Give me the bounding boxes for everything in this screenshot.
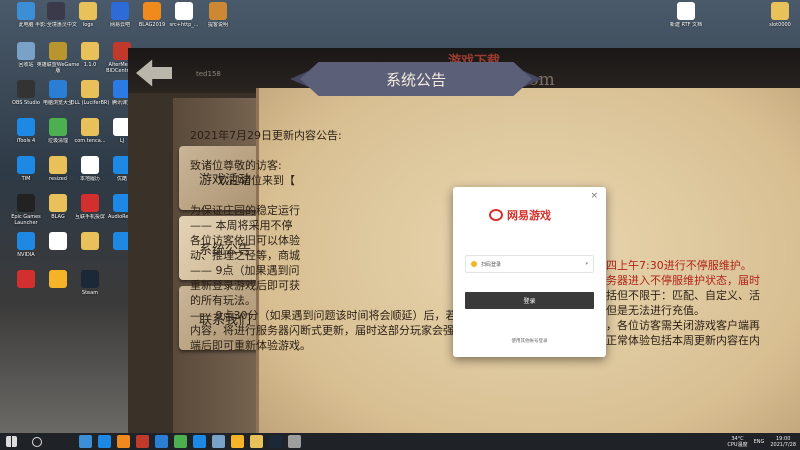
app-icon <box>81 232 99 250</box>
taskbar-app-icon[interactable] <box>269 435 282 448</box>
taskbar-app-icon[interactable] <box>174 435 187 448</box>
account-avatar-icon <box>471 261 477 267</box>
clock-date: 2021/7/28 <box>770 441 796 448</box>
brand-name: 网易游戏 <box>507 209 551 222</box>
windows-start-icon[interactable] <box>6 436 17 447</box>
app-icon <box>175 2 193 20</box>
notice-fragment: ，各位访客需关闭游戏客户端再 <box>606 319 760 332</box>
desktop-icon-label: NVIDIA <box>17 252 35 258</box>
app-icon <box>81 118 99 136</box>
taskbar-app-icon[interactable] <box>136 435 149 448</box>
taskbar-app-icon[interactable] <box>250 435 263 448</box>
desktop-icon[interactable]: slot0000 <box>758 2 800 28</box>
weather-widget[interactable]: 34°C CPU温度 <box>727 436 747 448</box>
app-icon <box>81 194 99 212</box>
app-icon <box>47 2 65 20</box>
notice-fragment: 括但不限于：匹配、自定义、活 <box>606 289 760 302</box>
desktop-icon[interactable]: Steam <box>68 270 112 296</box>
app-icon <box>81 270 99 288</box>
app-icon <box>49 118 67 136</box>
netease-logo-icon <box>489 209 503 221</box>
language-indicator[interactable]: ENG <box>754 439 765 445</box>
app-icon <box>17 232 35 250</box>
notice-fragment: 正常体验包括本周更新内容在内 <box>606 334 760 347</box>
taskbar-app-icon[interactable] <box>117 435 130 448</box>
app-icon <box>209 2 227 20</box>
app-icon <box>17 42 35 60</box>
taskbar-app-icon[interactable] <box>98 435 111 448</box>
desktop-icon[interactable]: 提客说明 <box>196 2 240 28</box>
app-icon <box>81 42 99 60</box>
file-icon <box>677 2 695 20</box>
taskbar-app-icon[interactable] <box>231 435 244 448</box>
app-icon <box>49 194 67 212</box>
app-icon <box>81 80 99 98</box>
close-icon[interactable]: × <box>590 191 598 201</box>
taskbar-app-icon[interactable] <box>155 435 168 448</box>
app-icon <box>17 80 35 98</box>
system-tray: 34°C CPU温度 ENG 19:00 2021/7/28 <box>727 433 796 450</box>
app-icon <box>17 156 35 174</box>
taskbar-app-icon[interactable] <box>288 435 301 448</box>
taskbar-apps <box>76 435 304 448</box>
desktop-icon-label: Steam <box>81 290 99 296</box>
app-icon <box>17 118 35 136</box>
notice-fragment: 但是无法进行充值。 <box>606 304 705 317</box>
app-icon <box>143 2 161 20</box>
notice-line <box>190 143 670 158</box>
app-icon <box>81 156 99 174</box>
weather-sub: CPU温度 <box>727 441 748 448</box>
app-icon <box>49 80 67 98</box>
desktop-icon-label: 新建 RTF 文档 <box>669 22 703 28</box>
desktop-icon[interactable]: 新建 RTF 文档 <box>664 2 708 28</box>
desktop-icon-label: slot0000 <box>769 22 791 28</box>
taskbar-app-icon[interactable] <box>193 435 206 448</box>
notice-line: 致诸位尊敬的访客: <box>190 159 282 172</box>
username: ted158 <box>196 70 221 78</box>
notice-fragment: 务器进入不停服维护状态，届时 <box>606 274 760 287</box>
app-icon <box>49 156 67 174</box>
app-icon <box>17 2 35 20</box>
search-icon[interactable] <box>32 436 42 447</box>
notice-line: 2021年7月29日更新内容公告: <box>190 129 342 142</box>
notice-line: 欢迎诸位来到【 <box>218 174 295 187</box>
netease-games-logo: 网易游戏 <box>489 207 551 223</box>
app-icon <box>17 194 35 212</box>
app-icon <box>49 232 67 250</box>
app-icon <box>49 270 67 288</box>
clock[interactable]: 19:00 2021/7/28 <box>770 436 796 448</box>
app-icon <box>79 2 97 20</box>
app-icon <box>49 42 67 60</box>
login-dialog: × 网易游戏 扫码登录 ▾ 登录 使用其他帐号登录 <box>453 187 606 357</box>
desktop-icon-label: 提客说明 <box>207 22 228 28</box>
taskbar-app-icon[interactable] <box>212 435 225 448</box>
notice-title: 系统公告 <box>300 62 532 96</box>
taskbar-app-icon[interactable] <box>79 435 92 448</box>
account-label: 扫码登录 <box>481 261 502 268</box>
chevron-down-icon: ▾ <box>585 261 588 267</box>
notice-fragment: 四上午7:30进行不停服维护。 <box>606 259 752 272</box>
account-selector[interactable]: 扫码登录 ▾ <box>465 255 594 273</box>
taskbar: 34°C CPU温度 ENG 19:00 2021/7/28 <box>0 433 800 450</box>
app-icon <box>111 2 129 20</box>
app-icon <box>17 270 35 288</box>
login-button[interactable]: 登录 <box>465 292 594 309</box>
other-account-login-link[interactable]: 使用其他帐号登录 <box>453 338 606 344</box>
file-icon <box>771 2 789 20</box>
